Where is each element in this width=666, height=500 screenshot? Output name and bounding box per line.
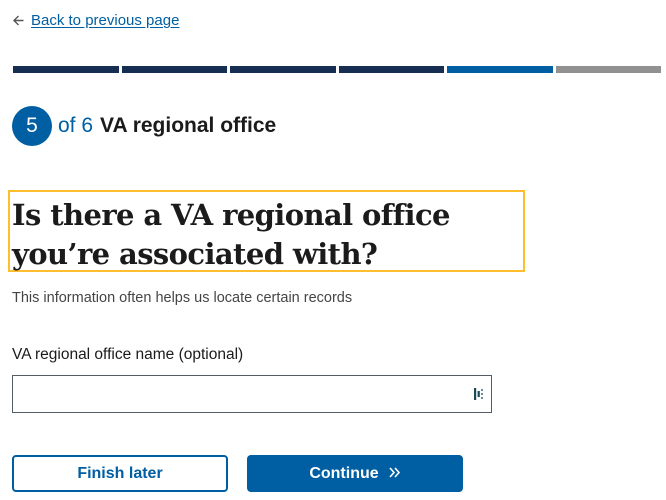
progress-segment-complete — [13, 66, 119, 73]
progress-segment-current — [447, 66, 553, 73]
progress-segment-complete — [121, 66, 227, 73]
autofill-icon[interactable] — [473, 386, 487, 402]
progress-segment-complete — [338, 66, 444, 73]
progress-segment-incomplete — [555, 66, 661, 73]
question-heading: Is there a VA regional office you’re ass… — [12, 198, 450, 271]
progress-bar — [13, 66, 661, 73]
arrow-left-icon — [13, 13, 25, 29]
continue-button[interactable]: Continue — [247, 455, 463, 492]
regional-office-input[interactable] — [13, 376, 491, 412]
step-title: VA regional office — [100, 114, 277, 137]
regional-office-field — [12, 375, 492, 413]
step-number-badge: 5 — [12, 106, 52, 146]
regional-office-label: VA regional office name (optional) — [12, 346, 244, 363]
progress-segment-complete — [230, 66, 336, 73]
question-hint: This information often helps us locate c… — [12, 290, 353, 306]
step-count: of 6 — [58, 114, 94, 137]
step-indicator: 5 of 6 VA regional office — [12, 106, 276, 146]
continue-button-label: Continue — [309, 464, 379, 482]
chevron-double-right-icon — [389, 465, 401, 482]
back-link-label: Back to previous page — [31, 12, 180, 29]
back-link[interactable]: Back to previous page — [13, 12, 179, 29]
finish-later-button[interactable]: Finish later — [12, 455, 228, 492]
